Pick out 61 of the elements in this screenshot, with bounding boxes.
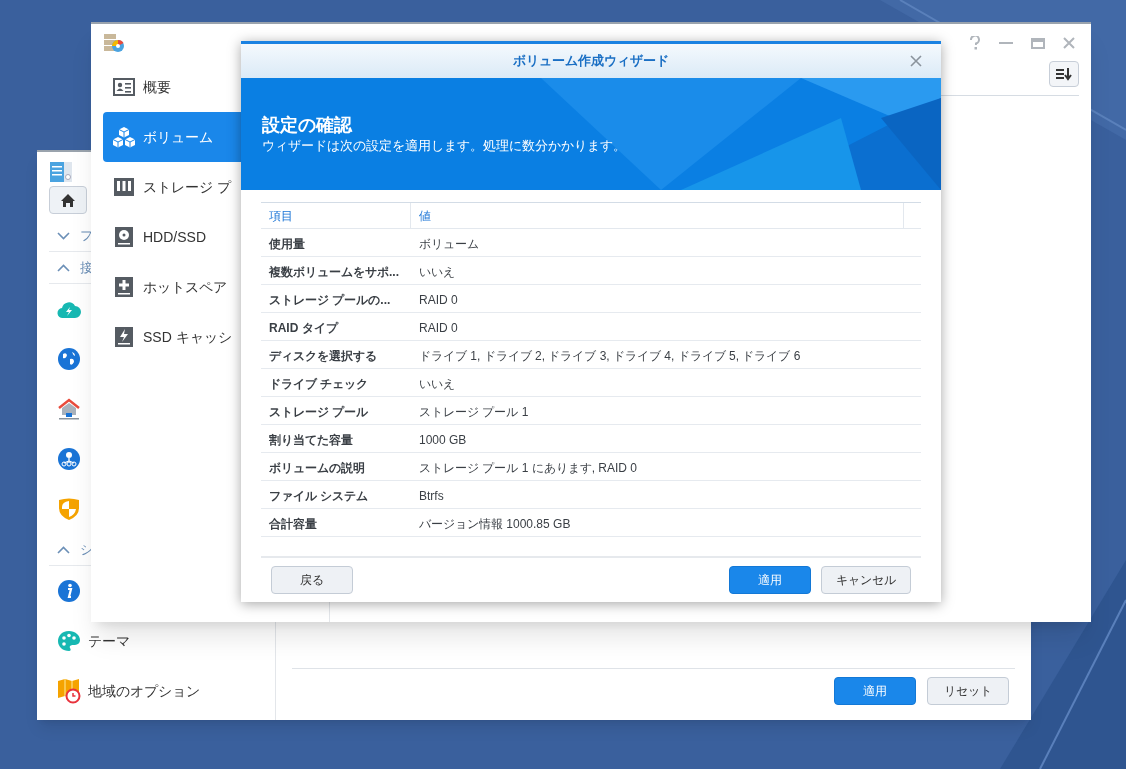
table-cell: ストレージ プールの...	[269, 292, 391, 307]
column-header[interactable]: 値	[411, 203, 904, 228]
table-cell: 使用量	[269, 236, 305, 251]
table-cell: ディスクを選択する	[269, 348, 377, 363]
apply-button[interactable]: 適用	[729, 566, 811, 594]
storage-manager-logo-icon	[103, 32, 125, 54]
secondary-button[interactable]: 戻る	[271, 566, 353, 594]
nav-item[interactable]: 概要	[103, 62, 317, 112]
id-card-icon	[113, 78, 135, 96]
chevron-up-icon[interactable]	[57, 545, 70, 554]
table-cell: 複数ボリュームをサポ...	[269, 264, 399, 279]
drive-bays-icon	[113, 177, 135, 197]
cloud-icon	[57, 299, 81, 319]
plus-drive-icon	[114, 276, 134, 298]
chevron-up-icon[interactable]	[57, 263, 70, 272]
table-cell: RAID 0	[419, 292, 458, 307]
table-cell: RAID タイプ	[269, 320, 338, 335]
column-header[interactable]: 項目	[261, 203, 411, 228]
table-cell: ボリュームの説明	[269, 460, 365, 475]
table-cell: ドライブ チェック	[269, 376, 369, 391]
sidebar-item[interactable]: テーマ	[88, 630, 130, 652]
table-cell: いいえ	[419, 376, 455, 391]
table-cell: ファイル システム	[269, 488, 369, 503]
table-cell: Btrfs	[419, 488, 444, 503]
map-clock-icon	[57, 678, 81, 704]
home-icon	[60, 192, 76, 208]
cubes-icon	[112, 126, 136, 148]
table-cell: ストレージ プール	[269, 404, 369, 419]
section-header[interactable]: 接	[80, 257, 93, 278]
palette-icon	[57, 630, 81, 652]
home-button[interactable]	[49, 186, 87, 214]
table-cell: 1000 GB	[419, 432, 467, 447]
table-cell: ストレージ プール 1	[419, 404, 529, 419]
sort-icon	[1056, 67, 1072, 81]
section-header[interactable]: フ	[80, 225, 93, 246]
control-panel-logo-icon	[49, 160, 73, 184]
secondary-button[interactable]: キャンセル	[821, 566, 911, 594]
shield-icon	[58, 497, 80, 521]
wizard-title: ボリューム作成ウィザード	[513, 52, 669, 71]
help-icon[interactable]	[969, 36, 981, 50]
table-cell: RAID 0	[419, 320, 458, 335]
sidebar-item[interactable]: 地域のオプション	[88, 680, 200, 702]
close-icon[interactable]	[1063, 37, 1075, 49]
table-cell: ボリューム	[419, 236, 479, 251]
table-cell: ストレージ プール 1 にあります, RAID 0	[419, 460, 638, 475]
info-icon	[57, 579, 81, 603]
house-icon	[57, 397, 81, 421]
table-cell: 合計容量	[269, 516, 317, 531]
chevron-down-icon[interactable]	[57, 231, 70, 240]
table-cell: いいえ	[419, 264, 455, 279]
maximize-icon[interactable]	[1031, 37, 1045, 49]
table-cell: ドライブ 1, ドライブ 2, ドライブ 3, ドライブ 4, ドライブ 5, ドライブ 6	[419, 348, 801, 363]
table-cell: 割り当てた容量	[269, 432, 353, 447]
bolt-drive-icon	[114, 326, 134, 348]
table-cell: バージョン情報 1000.85 GB	[419, 516, 571, 531]
sort-button[interactable]	[1049, 61, 1079, 87]
close-icon[interactable]	[910, 55, 922, 67]
network-icon	[57, 447, 81, 471]
apply-button[interactable]: 適用	[834, 677, 916, 705]
secondary-button[interactable]: リセット	[927, 677, 1009, 705]
globe-icon	[57, 347, 81, 371]
